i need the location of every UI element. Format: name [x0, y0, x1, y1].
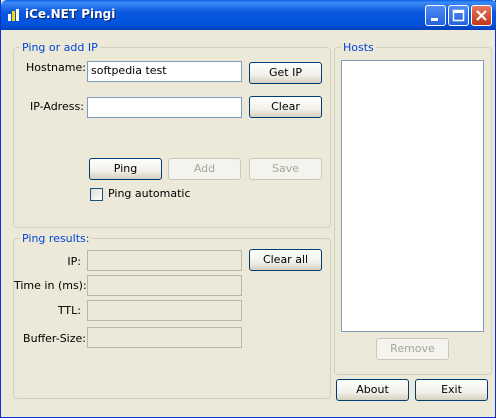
clear-button[interactable]: Clear	[249, 96, 322, 118]
result-ip-label: IP:	[67, 255, 81, 268]
maximize-icon	[452, 9, 465, 22]
hosts-group-legend: Hosts	[343, 41, 374, 54]
hostname-input[interactable]: softpedia test	[87, 61, 242, 82]
close-button[interactable]	[471, 5, 492, 26]
maximize-button[interactable]	[448, 5, 469, 26]
ping-button[interactable]: Ping	[89, 158, 162, 180]
result-time-field	[87, 275, 242, 296]
exit-button[interactable]: Exit	[415, 379, 488, 401]
result-buffer-label: Buffer-Size:	[23, 332, 86, 345]
minimize-icon	[431, 18, 438, 21]
result-buffer-field	[87, 327, 242, 348]
app-window: iCe.NET Pingi Ping or add IP Hostname: s…	[0, 0, 496, 418]
clear-all-button[interactable]: Clear all	[249, 249, 322, 271]
ping-automatic-checkbox[interactable]	[90, 188, 103, 201]
hostname-label: Hostname:	[26, 61, 86, 74]
result-time-label: Time in (ms):	[14, 279, 87, 292]
result-ttl-field	[87, 300, 242, 321]
ip-address-input[interactable]	[87, 97, 242, 118]
about-button[interactable]: About	[336, 379, 409, 401]
close-icon	[476, 10, 487, 21]
ping-automatic-label: Ping automatic	[108, 187, 191, 200]
ping-group-legend: Ping or add IP	[22, 41, 98, 54]
result-ip-field	[87, 250, 242, 271]
client-area: Ping or add IP Hostname: softpedia test …	[4, 30, 493, 415]
result-ttl-label: TTL:	[57, 304, 81, 317]
ip-address-label: IP-Adress:	[30, 100, 84, 113]
get-ip-button[interactable]: Get IP	[249, 62, 322, 84]
title-bar[interactable]: iCe.NET Pingi	[1, 0, 496, 30]
add-button[interactable]: Add	[168, 158, 241, 180]
save-button[interactable]: Save	[249, 158, 322, 180]
ping-results-legend: Ping results:	[22, 232, 90, 245]
app-icon	[8, 9, 19, 21]
window-title: iCe.NET Pingi	[25, 7, 116, 21]
hosts-listbox[interactable]	[341, 60, 484, 332]
remove-button[interactable]: Remove	[376, 338, 449, 360]
minimize-button[interactable]	[425, 5, 446, 26]
